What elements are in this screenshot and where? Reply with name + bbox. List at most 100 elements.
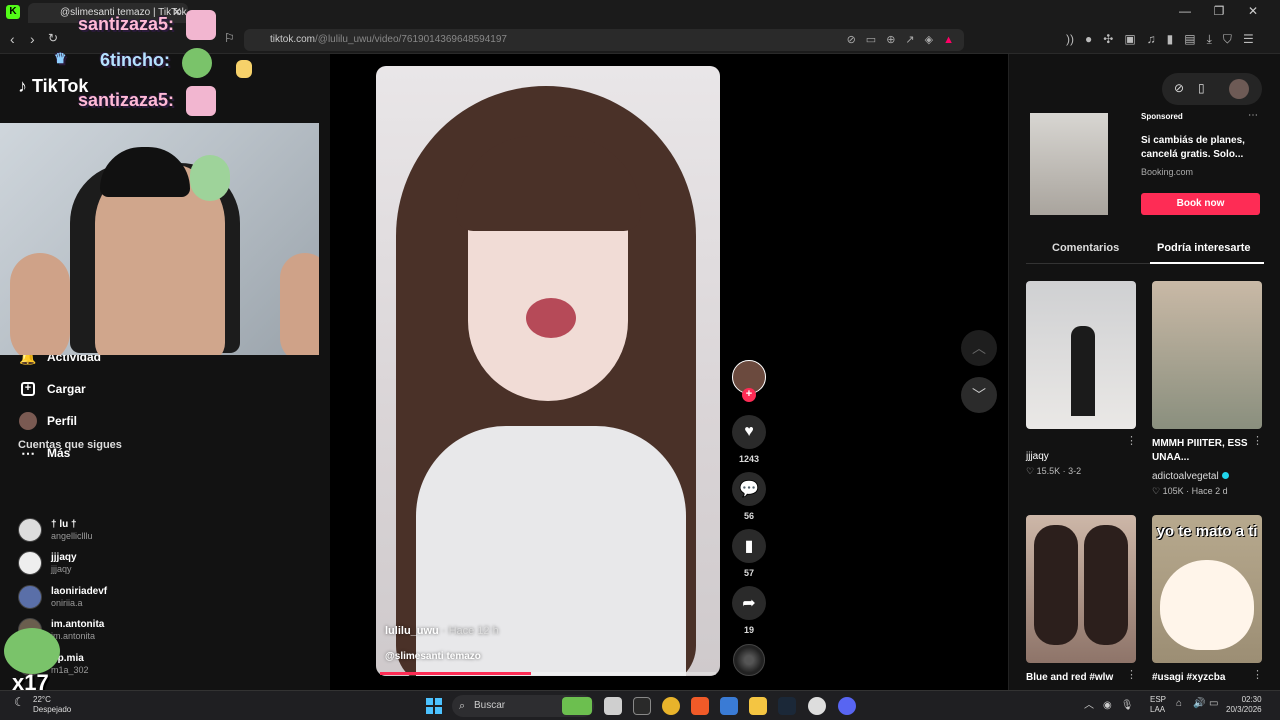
file-explorer-icon[interactable] (749, 697, 767, 715)
app-icon[interactable] (808, 697, 826, 715)
store-icon[interactable] (720, 697, 738, 715)
following-handle: im.antonita (51, 630, 96, 641)
recommended-thumbnail[interactable] (1026, 281, 1136, 429)
volume-icon[interactable]: 🔊 (1193, 698, 1205, 709)
popcorn-emote (236, 60, 252, 78)
more-options-icon[interactable]: ⋮ (1252, 434, 1263, 447)
more-options-icon[interactable]: ⋮ (1252, 668, 1263, 681)
network-icon[interactable]: ⌂ (1176, 698, 1182, 709)
download-icon[interactable]: ⤓ (1207, 32, 1212, 46)
discord-icon[interactable] (838, 697, 856, 715)
chrome-icon[interactable] (662, 697, 680, 715)
following-item[interactable]: laoniriadevf oniriia.a (18, 585, 107, 609)
sidebar-item-cargar[interactable]: + Cargar (18, 379, 86, 399)
ad-domain: Booking.com (1141, 167, 1194, 177)
bookmark-icon[interactable]: ⚐ (224, 31, 235, 45)
keyboard-layout: LAA (1150, 705, 1166, 714)
pinned-app-icon[interactable] (562, 697, 592, 715)
restore-icon[interactable]: ❐ (1202, 4, 1236, 18)
language-indicator[interactable]: ESP LAA (1150, 695, 1166, 715)
recommended-stats: ♡ 105K · Hace 2 d (1152, 486, 1228, 496)
screenshot-icon[interactable]: ▣ (1124, 32, 1135, 46)
music-disc-icon[interactable] (733, 644, 765, 676)
active-tab-indicator (1150, 262, 1264, 264)
task-view-icon[interactable] (604, 697, 622, 715)
comment-count: 56 (743, 511, 754, 521)
phone-icon[interactable]: ▯ (1198, 81, 1205, 95)
zoom-icon[interactable]: ⊕ (886, 34, 895, 46)
share-action[interactable]: ➦ 19 (732, 586, 766, 635)
recommended-thumbnail[interactable] (1026, 515, 1136, 663)
discord-tray-icon[interactable]: ◉ (1103, 700, 1112, 711)
comment-icon[interactable]: 💬 (732, 472, 766, 506)
following-item[interactable]: † lu † angelliclllu (18, 518, 93, 542)
tab-comments[interactable]: Comentarios (1052, 242, 1119, 254)
bookmark-icon[interactable]: ▮ (732, 529, 766, 563)
previous-video-icon[interactable]: ︿ (961, 330, 997, 366)
follow-plus-icon[interactable]: + (742, 388, 756, 402)
no-camera-icon[interactable]: ⊘ (847, 34, 856, 46)
sidebar-icon[interactable]: ▮ (1167, 32, 1174, 46)
profile-avatar[interactable] (1229, 79, 1249, 99)
system-clock[interactable]: 02:30 20/3/2026 (1226, 695, 1262, 715)
video-description[interactable]: @slimesanti temazo (385, 651, 481, 662)
chat-message: 6tincho: (100, 50, 170, 70)
audio-icon[interactable]: )) (1066, 32, 1074, 46)
weather-widget[interactable]: ☾ 22°C Despejado (14, 695, 71, 715)
address-bar[interactable]: tiktok.com/@lulilu_uwu/video/76190143696… (244, 29, 964, 51)
puzzle-icon[interactable]: ✣ (1103, 32, 1113, 46)
ad-more-icon[interactable]: ⋯ (1248, 110, 1258, 121)
close-window-icon[interactable]: ✕ (1236, 4, 1270, 18)
book-now-button[interactable]: Book now (1141, 193, 1260, 215)
video-player[interactable] (376, 66, 720, 676)
like-action[interactable]: ♥ 1243 (732, 415, 766, 464)
sidebar-item-perfil[interactable]: Perfil (18, 411, 77, 431)
kick-app-icon[interactable]: K (6, 5, 20, 19)
reload-icon[interactable]: ↻ (48, 31, 58, 45)
comment-action[interactable]: 💬 56 (732, 472, 766, 521)
recommended-thumbnail[interactable]: yo te mato a ti (1152, 515, 1262, 663)
brave-shield-icon[interactable]: ◈ (925, 34, 933, 46)
save-action[interactable]: ▮ 57 (732, 529, 766, 578)
video-progress-bar[interactable] (380, 672, 716, 675)
recommended-title[interactable]: jjjaqy (1026, 450, 1049, 464)
following-item[interactable]: jjjaqy jjjaqy (18, 551, 77, 575)
forward-icon[interactable]: › (30, 31, 35, 47)
ad-thumbnail[interactable] (1030, 113, 1108, 215)
share-icon[interactable]: ↗ (905, 34, 914, 46)
tab-recommended[interactable]: Podría interesarte (1157, 242, 1251, 254)
recommended-thumbnail[interactable] (1152, 281, 1262, 429)
menu-icon[interactable]: ☰ (1243, 32, 1254, 46)
following-title: Cuentas que sigues (18, 439, 122, 451)
cast-icon[interactable]: ▭ (866, 34, 876, 46)
tray-expand-icon[interactable]: ︿ (1084, 700, 1094, 711)
mic-icon[interactable]: 🎙 (1121, 700, 1134, 711)
back-icon[interactable]: ‹ (10, 31, 15, 47)
compass-icon[interactable]: ⊘ (1174, 81, 1184, 95)
windows-start-icon[interactable] (426, 698, 442, 714)
next-video-icon[interactable]: ﹀ (961, 377, 997, 413)
share-arrow-icon[interactable]: ➦ (732, 586, 766, 620)
recommended-title[interactable]: MMMH PIIITER, ESS UNAA... (1152, 437, 1252, 465)
music-icon[interactable]: ♫ (1147, 32, 1156, 46)
search-label: Buscar (474, 700, 506, 711)
brave-icon[interactable] (691, 697, 709, 715)
like-count: 1243 (738, 454, 760, 464)
wallet-icon[interactable]: ▤ (1184, 32, 1195, 46)
video-author[interactable]: lulilu_uwu (385, 625, 439, 637)
shield-icon[interactable]: ⛉ (1223, 32, 1232, 46)
ad-title[interactable]: Si cambiás de planes, cancelá gratis. So… (1141, 134, 1261, 162)
recommended-author[interactable]: adictoalvegetal (1152, 471, 1229, 482)
weather-condition: Despejado (33, 705, 72, 714)
rewards-icon[interactable]: ▲ (943, 34, 954, 46)
epic-games-icon[interactable] (633, 697, 651, 715)
recommended-title[interactable]: #usagi #xyzcba (1152, 671, 1225, 685)
more-options-icon[interactable]: ⋮ (1126, 434, 1137, 447)
recommended-title[interactable]: Blue and red #wlw (1026, 671, 1113, 685)
steam-icon[interactable] (778, 697, 796, 715)
heart-icon[interactable]: ♥ (732, 415, 766, 449)
vpn-icon[interactable]: ● (1085, 32, 1092, 46)
battery-icon[interactable]: ▭ (1209, 698, 1218, 709)
minimize-icon[interactable]: — (1168, 4, 1202, 18)
more-options-icon[interactable]: ⋮ (1126, 668, 1137, 681)
